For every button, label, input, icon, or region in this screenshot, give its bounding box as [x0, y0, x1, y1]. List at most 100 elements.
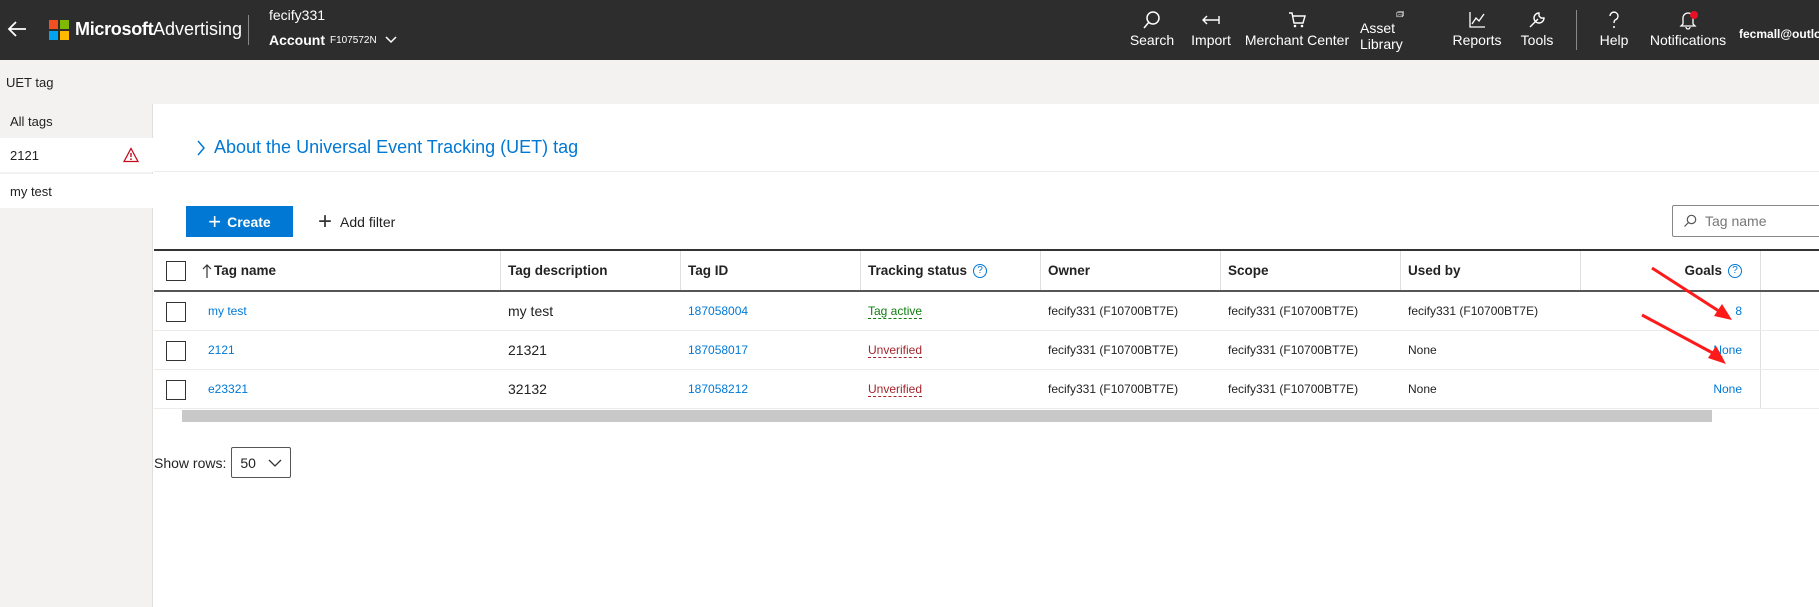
reports-icon — [1469, 12, 1485, 28]
product-name: Advertising — [153, 19, 243, 39]
column-divider — [680, 251, 681, 290]
column-divider — [1760, 251, 1761, 290]
nav-tools[interactable]: Tools — [1516, 10, 1558, 52]
leftnav-item-2121[interactable]: 2121 — [0, 138, 153, 172]
chevron-down-icon — [385, 36, 397, 44]
nav-import[interactable]: Import — [1188, 10, 1234, 52]
cart-icon — [1289, 12, 1306, 28]
column-header-used-by[interactable]: Used by — [1408, 251, 1461, 290]
column-label: Scope — [1228, 263, 1269, 278]
tag-id-link[interactable]: 187058017 — [688, 331, 748, 369]
page-header: UET tag — [0, 60, 1819, 104]
goals-link[interactable]: 8 — [1580, 292, 1750, 330]
horizontal-scrollbar[interactable] — [182, 410, 1712, 422]
table-row[interactable]: 2121 21321 187058017 Unverified fecify33… — [154, 331, 1819, 370]
column-header-tracking-status[interactable]: Tracking status ? — [868, 251, 988, 290]
chevron-right-icon — [197, 140, 205, 155]
tag-id-link[interactable]: 187058212 — [688, 370, 748, 408]
nav-help[interactable]: Help — [1596, 10, 1632, 52]
nav-label: Help — [1599, 32, 1629, 48]
used-by: fecify331 (F10700BT7E) — [1408, 304, 1539, 318]
tag-description: 21321 — [508, 342, 547, 358]
column-header-tag-description[interactable]: Tag description — [508, 251, 608, 290]
table-row[interactable]: e23321 32132 187058212 Unverified fecify… — [154, 370, 1819, 409]
scope: fecify331 (F10700BT7E) — [1228, 343, 1359, 357]
owner: fecify331 (F10700BT7E) — [1048, 343, 1179, 357]
nav-label: Notifications — [1649, 32, 1727, 48]
leftnav-item-my-test[interactable]: my test — [0, 174, 153, 208]
owner: fecify331 (F10700BT7E) — [1048, 304, 1179, 318]
add-filter-label: Add filter — [340, 214, 396, 230]
column-label: Tag name — [214, 263, 277, 278]
column-label: Owner — [1048, 263, 1091, 278]
back-arrow-icon[interactable] — [6, 18, 28, 40]
column-label: Goals — [1684, 263, 1722, 278]
plus-icon: + — [208, 208, 222, 234]
tag-id-link[interactable]: 187058004 — [688, 292, 748, 330]
tag-name-link[interactable]: my test — [208, 292, 247, 330]
about-uet-link[interactable]: About the Universal Event Tracking (UET)… — [196, 137, 578, 158]
leftnav-item-label: 2121 — [10, 147, 39, 163]
status-badge: Unverified — [868, 342, 923, 358]
column-header-owner[interactable]: Owner — [1048, 251, 1090, 290]
nav-asset-library[interactable]: Asset Library — [1360, 10, 1440, 52]
rows-per-page-select[interactable]: 50 — [231, 447, 292, 478]
tracking-status[interactable]: Unverified — [868, 370, 923, 408]
nav-label: Tools — [1520, 32, 1554, 48]
column-divider — [1760, 370, 1761, 408]
rows-per-page-value: 50 — [240, 454, 256, 471]
table-header: Tag name Tag description Tag ID Tracking… — [154, 249, 1819, 292]
table-row[interactable]: my test my test 187058004 Tag active fec… — [154, 292, 1819, 331]
help-icon[interactable]: ? — [1728, 263, 1742, 278]
tools-icon — [1529, 12, 1545, 28]
account-label: Account — [269, 32, 325, 48]
column-label: Used by — [1408, 263, 1461, 278]
nav-notifications[interactable]: Notifications — [1648, 10, 1728, 52]
pagination: Show rows: 50 — [154, 447, 292, 478]
nav-merchant-center[interactable]: Merchant Center — [1244, 10, 1350, 52]
nav-label: Asset Library — [1360, 20, 1403, 52]
leftnav-item-all-tags[interactable]: All tags — [0, 104, 153, 138]
tracking-status[interactable]: Tag active — [868, 292, 923, 330]
column-divider — [1400, 251, 1401, 290]
row-checkbox[interactable] — [166, 380, 186, 400]
left-nav: All tags 2121 my test — [0, 104, 153, 607]
scope: fecify331 (F10700BT7E) — [1228, 382, 1359, 396]
nav-label: Merchant Center — [1244, 32, 1350, 48]
nav-reports[interactable]: Reports — [1452, 10, 1502, 52]
used-by: None — [1408, 382, 1437, 396]
status-badge: Tag active — [868, 303, 923, 319]
tag-name-search-input[interactable]: Tag name — [1672, 205, 1819, 237]
create-button[interactable]: + Create — [186, 206, 293, 237]
account-user[interactable]: fecify331 — [269, 7, 325, 23]
column-header-tag-id[interactable]: Tag ID — [688, 251, 728, 290]
tracking-status[interactable]: Unverified — [868, 331, 923, 369]
column-label: Tag ID — [688, 263, 729, 278]
row-checkbox[interactable] — [166, 302, 186, 322]
tag-name-link[interactable]: e23321 — [208, 370, 248, 408]
account-selector[interactable]: Account F107572N — [269, 32, 397, 48]
nav-search[interactable]: Search — [1128, 10, 1176, 52]
column-divider — [1760, 292, 1761, 330]
account-id: F107572N — [330, 34, 377, 46]
user-email[interactable]: fecmall@outlo — [1739, 27, 1819, 41]
column-header-tag-name[interactable]: Tag name — [202, 251, 276, 290]
select-all-checkbox[interactable] — [166, 261, 186, 281]
import-icon — [1202, 15, 1220, 25]
row-checkbox[interactable] — [166, 341, 186, 361]
status-badge: Unverified — [868, 381, 923, 397]
tag-description: 32132 — [508, 381, 547, 397]
help-icon[interactable]: ? — [973, 263, 988, 278]
nav-label: Reports — [1452, 32, 1502, 48]
column-header-goals[interactable]: Goals ? — [1580, 251, 1750, 290]
add-filter-button[interactable]: + Add filter — [318, 208, 395, 236]
column-divider — [1220, 251, 1221, 290]
tag-name-link[interactable]: 2121 — [208, 331, 235, 369]
goals-link[interactable]: None — [1580, 331, 1750, 369]
microsoft-logo-icon[interactable] — [49, 20, 69, 40]
column-divider — [860, 251, 861, 290]
leftnav-item-label: All tags — [10, 113, 53, 129]
goals-link[interactable]: None — [1580, 370, 1750, 408]
owner: fecify331 (F10700BT7E) — [1048, 382, 1179, 396]
column-header-scope[interactable]: Scope — [1228, 251, 1269, 290]
